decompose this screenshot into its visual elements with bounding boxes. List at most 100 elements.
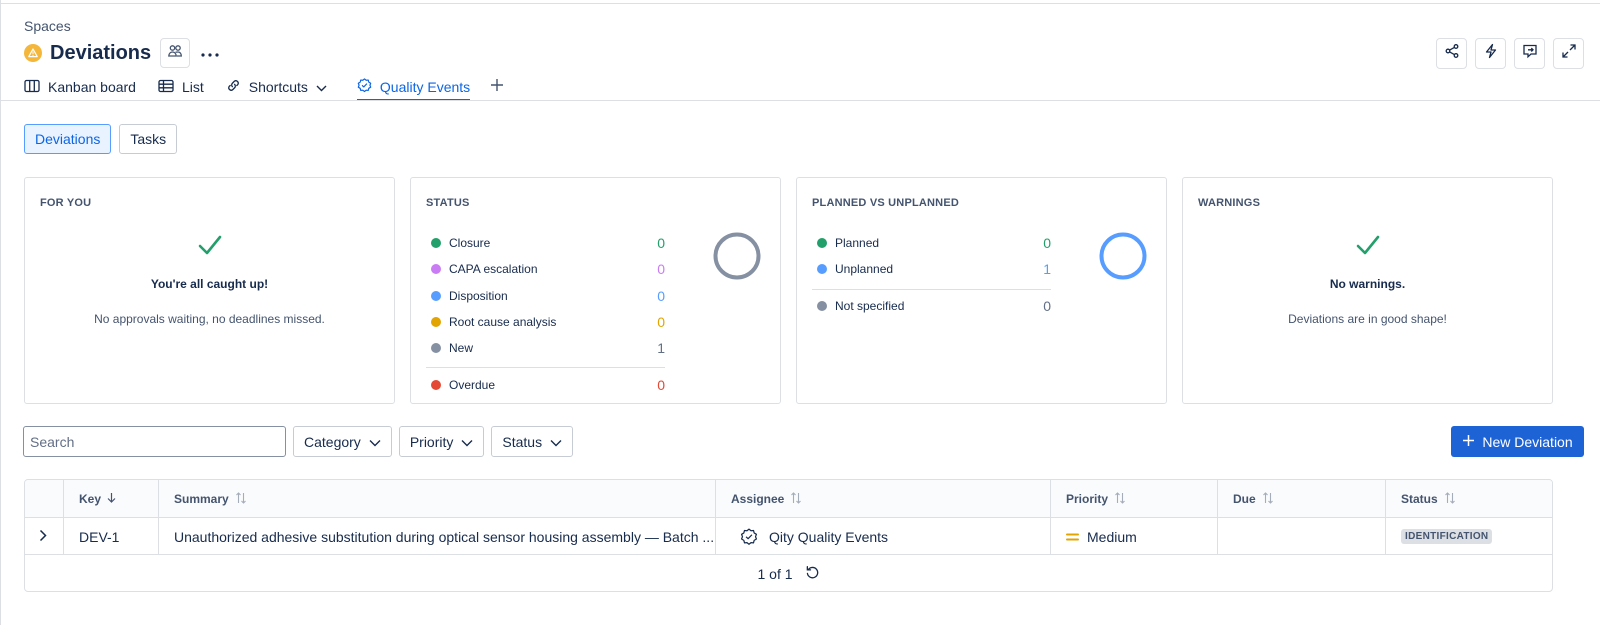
tab-quality-events[interactable]: Quality Events [356,76,471,101]
legend-value: 0 [1043,297,1051,314]
legend-item-closure[interactable]: Closure 0 [426,230,665,256]
legend-item-overdue[interactable]: Overdue 0 [426,371,665,397]
sort-icon [1256,491,1274,507]
chevron-down-icon [453,434,473,450]
list-table-icon [158,79,182,96]
table-row[interactable]: DEV-1 Unauthorized adhesive substitution… [25,518,1552,555]
view-tabs: Kanban board List Shortcuts Quality Even… [24,76,504,102]
verified-badge-icon [357,78,380,96]
cell-assignee[interactable]: Qity Quality Events [715,518,1050,555]
empty-state: You're all caught up! No approvals waiti… [25,233,394,326]
cell-summary[interactable]: Unauthorized adhesive substitution durin… [158,518,715,555]
status-badge: IDENTIFICATION [1401,529,1493,544]
priority-medium-icon [1066,533,1079,541]
status-filter[interactable]: Status [491,426,574,457]
expand-icon [1561,43,1577,64]
search-input[interactable] [23,426,286,457]
priority-label: Medium [1087,528,1137,545]
column-header-key[interactable]: Key [63,480,158,518]
legend-label: Closure [449,236,491,251]
legend-label: CAPA escalation [449,262,538,277]
legend-item-new[interactable]: New 1 [426,335,665,361]
header-actions [1436,38,1584,69]
column-header-priority[interactable]: Priority [1050,480,1217,518]
column-header-due[interactable]: Due [1217,480,1385,518]
legend-value: 0 [657,287,665,304]
column-label: Status [1401,492,1438,506]
empty-subtext: No approvals waiting, no deadlines misse… [94,312,325,326]
legend-dot [431,379,441,390]
legend-dot [817,264,827,275]
legend-item-planned[interactable]: Planned 0 [812,230,1051,256]
card-title: STATUS [426,197,470,209]
new-deviation-button[interactable]: New Deviation [1451,426,1584,457]
legend-item-unplanned[interactable]: Unplanned 1 [812,256,1051,282]
chevron-right-icon [39,529,47,545]
page-title: Deviations [50,41,152,64]
refresh-icon[interactable] [793,565,820,583]
table-header: Key Summary Assignee Priority Due Status [25,480,1552,518]
legend-label: Root cause analysis [449,315,557,330]
cell-priority[interactable]: Medium [1050,518,1217,555]
segment-deviations[interactable]: Deviations [24,124,112,154]
feedback-button[interactable] [1514,38,1545,69]
legend-label: Not specified [835,298,905,313]
tab-label: List [181,79,204,95]
legend-value: 0 [657,235,665,252]
filter-bar: Category Priority Status [293,426,574,457]
planned-donut [1099,232,1147,280]
legend-dot [431,317,441,328]
card-title: FOR YOU [40,197,92,209]
segment-tasks[interactable]: Tasks [119,124,178,154]
legend-item-root-cause-analysis[interactable]: Root cause analysis 0 [426,309,665,335]
breadcrumb[interactable]: Spaces [24,18,71,34]
empty-subtext: Deviations are in good shape! [1288,312,1447,326]
filter-label: Category [304,433,361,450]
column-header-summary[interactable]: Summary [158,480,715,518]
verified-badge-icon [740,528,758,546]
cell-due[interactable] [1217,518,1385,555]
fullscreen-button[interactable] [1553,38,1584,69]
team-button[interactable] [160,38,191,68]
legend-item-not-specified[interactable]: Not specified 0 [812,293,1051,319]
expand-row-button[interactable] [25,518,63,555]
checkmark-icon [25,233,394,257]
legend-item-disposition[interactable]: Disposition 0 [426,283,665,309]
priority-filter[interactable]: Priority [398,426,485,457]
tab-label: Kanban board [48,79,136,95]
share-icon [1444,43,1460,64]
comment-icon [1522,43,1538,64]
tab-kanban-board[interactable]: Kanban board [24,76,136,98]
category-filter[interactable]: Category [293,426,392,457]
checkmark-icon [1183,233,1552,257]
legend-item-capa-escalation[interactable]: CAPA escalation 0 [426,256,665,282]
card-title: PLANNED VS UNPLANNED [812,197,960,209]
for-you-card: FOR YOU You're all caught up! No approva… [24,177,395,404]
legend-dot [431,264,441,275]
column-header-status[interactable]: Status [1385,480,1552,518]
column-header-assignee[interactable]: Assignee [715,480,1050,518]
tab-label: Shortcuts [248,79,308,95]
status-donut [713,232,761,280]
cell-key[interactable]: DEV-1 [63,518,158,555]
tab-list[interactable]: List [158,76,204,98]
warning-icon [24,44,42,62]
more-button[interactable] [196,39,224,67]
space-header: Deviations [24,38,224,68]
share-button[interactable] [1436,38,1467,69]
legend-value: 0 [657,376,665,393]
chevron-down-icon [542,434,562,450]
cell-status[interactable]: IDENTIFICATION [1385,518,1552,555]
card-title: WARNINGS [1198,197,1261,209]
automation-button[interactable] [1475,38,1506,69]
people-icon [167,43,183,64]
pagination: 1 of 1 [25,555,1552,591]
arrow-down-icon [101,492,116,506]
status-card: STATUS Closure 0 CAPA escalation 0 Dispo… [410,177,781,404]
tab-shortcuts[interactable]: Shortcuts [226,76,335,98]
legend-value: 0 [657,261,665,278]
warnings-card: WARNINGS No warnings. Deviations are in … [1182,177,1553,404]
button-label: New Deviation [1482,433,1573,450]
add-view-button[interactable] [490,76,504,98]
page-indicator: 1 of 1 [757,566,793,582]
